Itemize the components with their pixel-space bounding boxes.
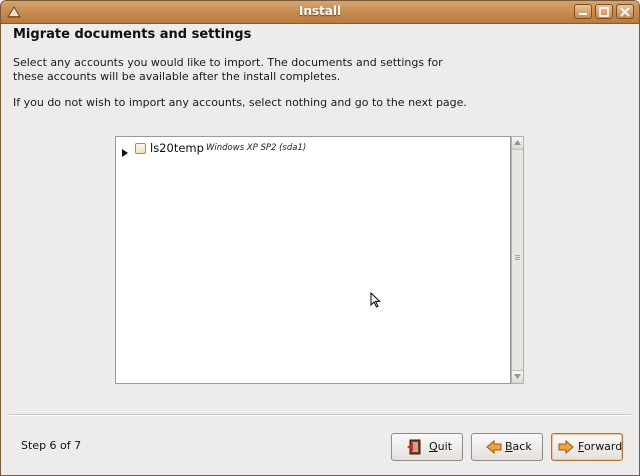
scroll-down-arrow-icon	[514, 374, 521, 379]
accounts-list[interactable]: ls20temp Windows XP SP2 (sda1)	[115, 136, 511, 384]
close-button[interactable]	[616, 4, 634, 19]
window-title: Install	[298, 4, 342, 18]
scroll-down-button[interactable]	[512, 370, 523, 383]
quit-label: Quit	[429, 440, 453, 453]
account-os-label: Windows XP SP2 (sda1)	[206, 143, 307, 153]
forward-label: Forward	[578, 440, 623, 453]
forward-button[interactable]: Forward	[551, 433, 623, 461]
forward-arrow-icon	[558, 439, 574, 455]
footer-separator	[9, 414, 631, 416]
back-arrow-icon	[486, 439, 502, 455]
account-name: ls20temp	[150, 141, 204, 155]
maximize-button[interactable]	[595, 4, 613, 19]
expander-arrow-icon[interactable]	[121, 143, 129, 162]
title-bar[interactable]: Install	[1, 1, 639, 24]
back-button[interactable]: Back	[471, 433, 543, 461]
account-checkbox[interactable]	[135, 143, 146, 154]
minimize-button[interactable]	[574, 4, 592, 19]
page-description: Select any accounts you would like to im…	[13, 56, 443, 83]
scroll-up-arrow-icon	[514, 140, 521, 145]
maximize-icon	[599, 7, 609, 17]
account-row[interactable]: ls20temp Windows XP SP2 (sda1)	[120, 141, 500, 157]
scroll-up-button[interactable]	[512, 137, 523, 150]
quit-door-icon	[407, 439, 421, 455]
scroll-grip-icon	[515, 255, 520, 260]
back-label: Back	[505, 440, 532, 453]
installer-window: Install Migrate documents and settings S…	[0, 0, 640, 476]
minimize-icon	[579, 13, 587, 15]
accounts-list-scrollbar[interactable]	[511, 136, 524, 384]
close-icon	[620, 7, 630, 17]
step-indicator: Step 6 of 7	[21, 439, 82, 452]
quit-button[interactable]: Quit	[391, 433, 463, 461]
page-heading: Migrate documents and settings	[13, 27, 252, 42]
mouse-pointer-icon	[370, 292, 381, 308]
page-hint: If you do not wish to import any account…	[13, 96, 467, 109]
